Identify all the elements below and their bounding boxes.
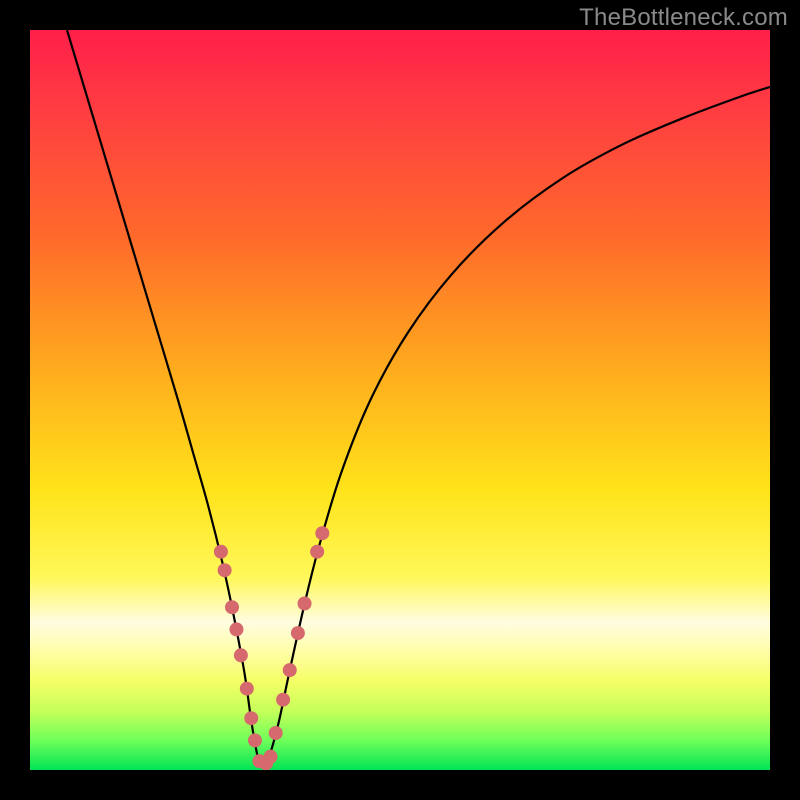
data-marker xyxy=(276,693,290,707)
data-marker xyxy=(310,545,324,559)
data-marker xyxy=(264,750,278,764)
data-marker xyxy=(218,563,232,577)
data-marker xyxy=(229,622,243,636)
data-marker xyxy=(244,711,258,725)
data-marker xyxy=(214,545,228,559)
data-marker xyxy=(240,682,254,696)
plot-area xyxy=(30,30,770,770)
data-marker xyxy=(315,526,329,540)
data-marker xyxy=(225,600,239,614)
bottleneck-curve xyxy=(67,30,770,767)
chart-frame: TheBottleneck.com xyxy=(0,0,800,800)
watermark-text: TheBottleneck.com xyxy=(579,4,788,32)
data-marker xyxy=(269,726,283,740)
markers-left xyxy=(214,545,283,770)
data-marker xyxy=(248,733,262,747)
data-marker xyxy=(283,663,297,677)
data-marker xyxy=(234,648,248,662)
data-marker xyxy=(298,597,312,611)
curve-svg xyxy=(30,30,770,770)
data-marker xyxy=(291,626,305,640)
